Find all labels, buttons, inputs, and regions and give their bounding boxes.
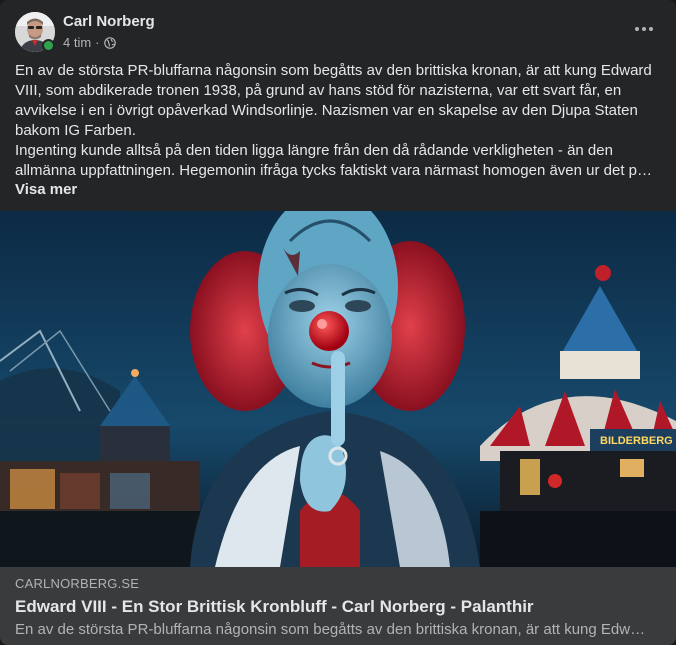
post-text-line: VIII, som abdikerade tronen 1938, på gru… xyxy=(15,82,622,99)
post-text-line: En av de största PR-bluffarna någonsin s… xyxy=(15,62,652,79)
post-text-line: allmänna uppfattningen. Hegemonin ifråga… xyxy=(15,162,653,179)
more-options-button[interactable] xyxy=(626,14,662,44)
meta-separator: · xyxy=(95,35,100,50)
author-name[interactable]: Carl Norberg xyxy=(63,13,155,30)
online-status-dot xyxy=(42,39,55,52)
see-more-link[interactable]: Visa mer xyxy=(15,181,77,198)
post-text-line: bakom IG Farben. xyxy=(15,122,136,139)
bilderberg-sign: BILDERBERG xyxy=(600,435,673,447)
post-text: En av de största PR-bluffarna någonsin s… xyxy=(15,61,663,181)
link-preview[interactable]: CARLNORBERG.SE Edward VIII - En Stor Bri… xyxy=(0,567,676,645)
more-options-icon xyxy=(635,27,653,31)
link-domain: CARLNORBERG.SE xyxy=(15,576,140,591)
clown-nose xyxy=(309,311,349,351)
clown-circus-illustration: BILDERBERG xyxy=(0,211,676,567)
post-card: Carl Norberg 4 tim · En av de största PR… xyxy=(0,0,676,645)
post-meta: 4 tim · xyxy=(63,35,116,50)
globe-icon[interactable] xyxy=(103,36,116,49)
link-description: En av de största PR-bluffarna någonsin s… xyxy=(15,621,646,638)
post-text-line: avvikelse i en i övrigt opåverkad Windso… xyxy=(15,102,638,119)
link-title[interactable]: Edward VIII - En Stor Brittisk Kronbluff… xyxy=(15,597,534,617)
post-header: Carl Norberg 4 tim · xyxy=(0,0,676,60)
post-time[interactable]: 4 tim xyxy=(63,35,91,50)
post-image[interactable]: BILDERBERG xyxy=(0,211,676,567)
post-text-line: Ingenting kunde alltså på den tiden ligg… xyxy=(15,142,613,159)
